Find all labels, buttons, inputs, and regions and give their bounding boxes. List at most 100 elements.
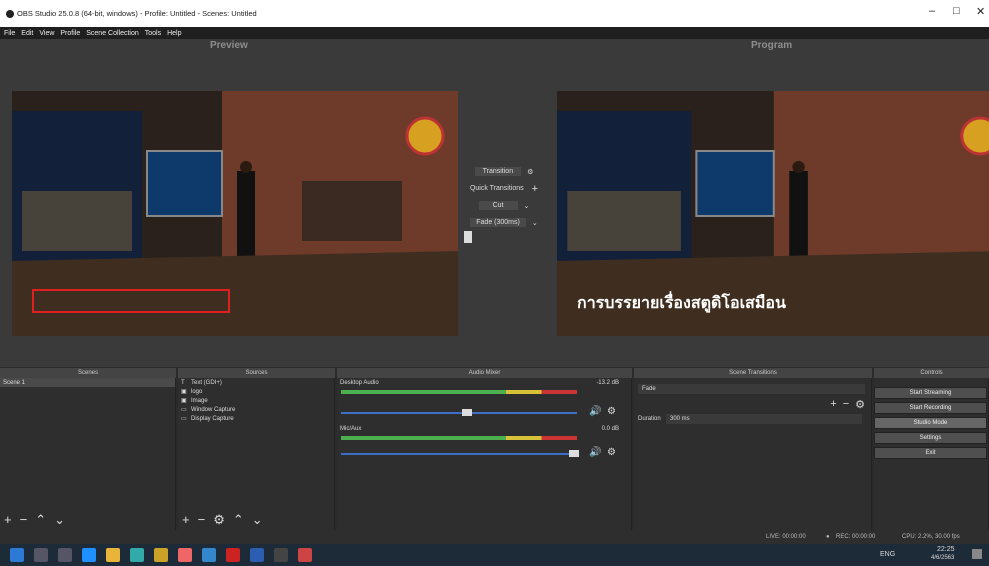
sources-toolbar: + − ⚙ ⌃ ⌄ bbox=[182, 512, 263, 528]
source-item[interactable]: ▭ Display Capture bbox=[178, 414, 334, 423]
menu-help[interactable]: Help bbox=[167, 30, 181, 37]
add-icon[interactable]: + bbox=[182, 512, 190, 528]
status-bar: LIVE: 00:00:00 ● REC: 00:00:00 CPU: 2.2%… bbox=[0, 530, 989, 544]
source-item[interactable]: T Text (GDI+) bbox=[178, 378, 334, 387]
chevron-up-icon[interactable]: ⌃ bbox=[35, 512, 46, 528]
gear-icon[interactable]: ⚙ bbox=[855, 398, 865, 411]
record-dot-icon: ● bbox=[826, 534, 830, 540]
transition-button[interactable]: Transition ⚙ bbox=[456, 165, 552, 178]
chevron-up-icon[interactable]: ⌃ bbox=[233, 512, 244, 528]
exit-button[interactable]: Exit bbox=[874, 447, 987, 459]
start-streaming-button[interactable]: Start Streaming bbox=[874, 387, 987, 399]
maximize-button[interactable]: □ bbox=[953, 5, 960, 17]
remove-icon[interactable]: − bbox=[843, 398, 849, 411]
speaker-icon[interactable]: 🔊 bbox=[589, 447, 601, 458]
add-quick-transition-icon[interactable]: + bbox=[532, 183, 538, 195]
scenes-toolbar: + − ⌃ ⌄ bbox=[4, 512, 65, 528]
sources-header: Sources bbox=[178, 368, 335, 378]
transition-panel: Transition ⚙ Quick Transitions + Cut ⌄ F… bbox=[456, 163, 552, 245]
remove-icon[interactable]: − bbox=[198, 512, 206, 528]
tbar-slider[interactable] bbox=[464, 231, 472, 243]
volume-slider-handle[interactable] bbox=[462, 409, 472, 416]
window-capture-icon: ▭ bbox=[181, 407, 187, 413]
studio-workarea: Preview Program Transition ⚙ Quick Trans… bbox=[0, 39, 989, 367]
volume-slider[interactable] bbox=[341, 453, 577, 455]
start-recording-button[interactable]: Start Recording bbox=[874, 402, 987, 414]
menu-view[interactable]: View bbox=[39, 30, 54, 37]
chevron-down-icon[interactable]: ⌄ bbox=[54, 512, 65, 528]
notification-icon[interactable] bbox=[972, 549, 982, 559]
image-icon: ▣ bbox=[181, 389, 187, 395]
windows-start-icon[interactable] bbox=[10, 548, 24, 562]
mail-icon[interactable] bbox=[202, 548, 216, 562]
remove-icon[interactable]: − bbox=[20, 512, 28, 528]
gear-icon[interactable]: ⚙ bbox=[213, 512, 225, 528]
file-explorer-icon[interactable] bbox=[106, 548, 120, 562]
duration-label: Duration bbox=[638, 416, 661, 422]
channel-name: Mic/Aux bbox=[340, 426, 362, 432]
transition-select[interactable]: Fade bbox=[638, 384, 865, 394]
scene-transitions-dock: Fade + − ⚙ Duration 300 ms bbox=[634, 378, 872, 530]
settings-button[interactable]: Settings bbox=[874, 432, 987, 444]
chevron-down-icon[interactable]: ⌄ bbox=[524, 202, 530, 210]
source-item[interactable]: ▣ Image bbox=[178, 396, 334, 405]
fade-button[interactable]: Fade (300ms) ⌄ bbox=[456, 216, 552, 229]
audio-mixer-dock: Desktop Audio -13.2 dB 🔊 ⚙ Mic/Aux 0.0 d… bbox=[337, 378, 632, 530]
sources-dock: T Text (GDI+) ▣ logo ▣ Image ▭ Window Captur… bbox=[178, 378, 335, 530]
volume-slider[interactable] bbox=[341, 412, 577, 414]
chrome-icon[interactable] bbox=[178, 548, 192, 562]
add-icon[interactable]: + bbox=[4, 512, 12, 528]
quick-transitions-row: Quick Transitions + bbox=[469, 182, 539, 195]
task-view-icon[interactable] bbox=[58, 548, 72, 562]
controls-header: Controls bbox=[874, 368, 989, 378]
volume-slider-handle[interactable] bbox=[569, 450, 579, 457]
menu-scene-collection[interactable]: Scene Collection bbox=[86, 30, 139, 37]
preview-label: Preview bbox=[210, 40, 248, 51]
add-icon[interactable]: + bbox=[830, 398, 836, 411]
text-icon: T bbox=[181, 379, 185, 386]
clock-time[interactable]: 22:25 bbox=[937, 546, 955, 553]
duration-field[interactable]: 300 ms bbox=[666, 414, 862, 424]
edge-icon[interactable] bbox=[82, 548, 96, 562]
gear-icon[interactable]: ⚙ bbox=[607, 406, 616, 417]
word-icon[interactable] bbox=[250, 548, 264, 562]
gear-icon[interactable]: ⚙ bbox=[527, 168, 533, 176]
preview-canvas[interactable] bbox=[12, 91, 458, 336]
source-item[interactable]: ▭ Window Capture bbox=[178, 405, 334, 414]
channel-db: 0.0 dB bbox=[601, 426, 619, 432]
app-icon[interactable] bbox=[130, 548, 144, 562]
pdf-icon[interactable] bbox=[226, 548, 240, 562]
app-icon[interactable] bbox=[154, 548, 168, 562]
menu-edit[interactable]: Edit bbox=[21, 30, 33, 37]
channel-name: Desktop Audio bbox=[340, 380, 379, 386]
chevron-down-icon[interactable]: ⌄ bbox=[532, 219, 538, 227]
language-indicator[interactable]: ENG bbox=[880, 551, 895, 558]
program-caption: การบรรยายเรื่องสตูดิโอเสมือน bbox=[577, 295, 786, 312]
gear-icon[interactable]: ⚙ bbox=[607, 447, 616, 458]
display-capture-icon: ▭ bbox=[181, 416, 187, 422]
level-meter bbox=[341, 436, 577, 440]
cut-button[interactable]: Cut ⌄ bbox=[456, 199, 552, 212]
menu-bar: File Edit View Profile Scene Collection … bbox=[0, 27, 989, 39]
menu-file[interactable]: File bbox=[4, 30, 15, 37]
program-label: Program bbox=[751, 40, 793, 51]
transition-toolbar: + − ⚙ bbox=[830, 398, 865, 411]
speaker-icon[interactable]: 🔊 bbox=[589, 406, 601, 417]
program-canvas: การบรรยายเรื่องสตูดิโอเสมือน bbox=[557, 91, 989, 336]
menu-tools[interactable]: Tools bbox=[145, 30, 161, 37]
scene-item[interactable]: Scene 1 bbox=[0, 378, 175, 387]
search-icon[interactable] bbox=[34, 548, 48, 562]
source-item[interactable]: ▣ logo bbox=[178, 387, 334, 396]
minimize-button[interactable]: – bbox=[929, 5, 935, 17]
selected-source-bbox[interactable] bbox=[32, 289, 230, 313]
clock-date[interactable]: 4/6/2563 bbox=[931, 555, 954, 561]
obs-taskbar-icon[interactable] bbox=[274, 548, 288, 562]
scenes-dock: Scene 1 + − ⌃ ⌄ bbox=[0, 378, 176, 530]
powerpoint-icon[interactable] bbox=[298, 548, 312, 562]
close-button[interactable]: ✕ bbox=[976, 5, 985, 18]
menu-profile[interactable]: Profile bbox=[60, 30, 80, 37]
studio-mode-button[interactable]: Studio Mode bbox=[874, 417, 987, 429]
cpu-status: CPU: 2.2%, 30.00 fps bbox=[902, 534, 960, 540]
chevron-down-icon[interactable]: ⌄ bbox=[252, 512, 263, 528]
channel-db: -13.2 dB bbox=[596, 380, 619, 386]
